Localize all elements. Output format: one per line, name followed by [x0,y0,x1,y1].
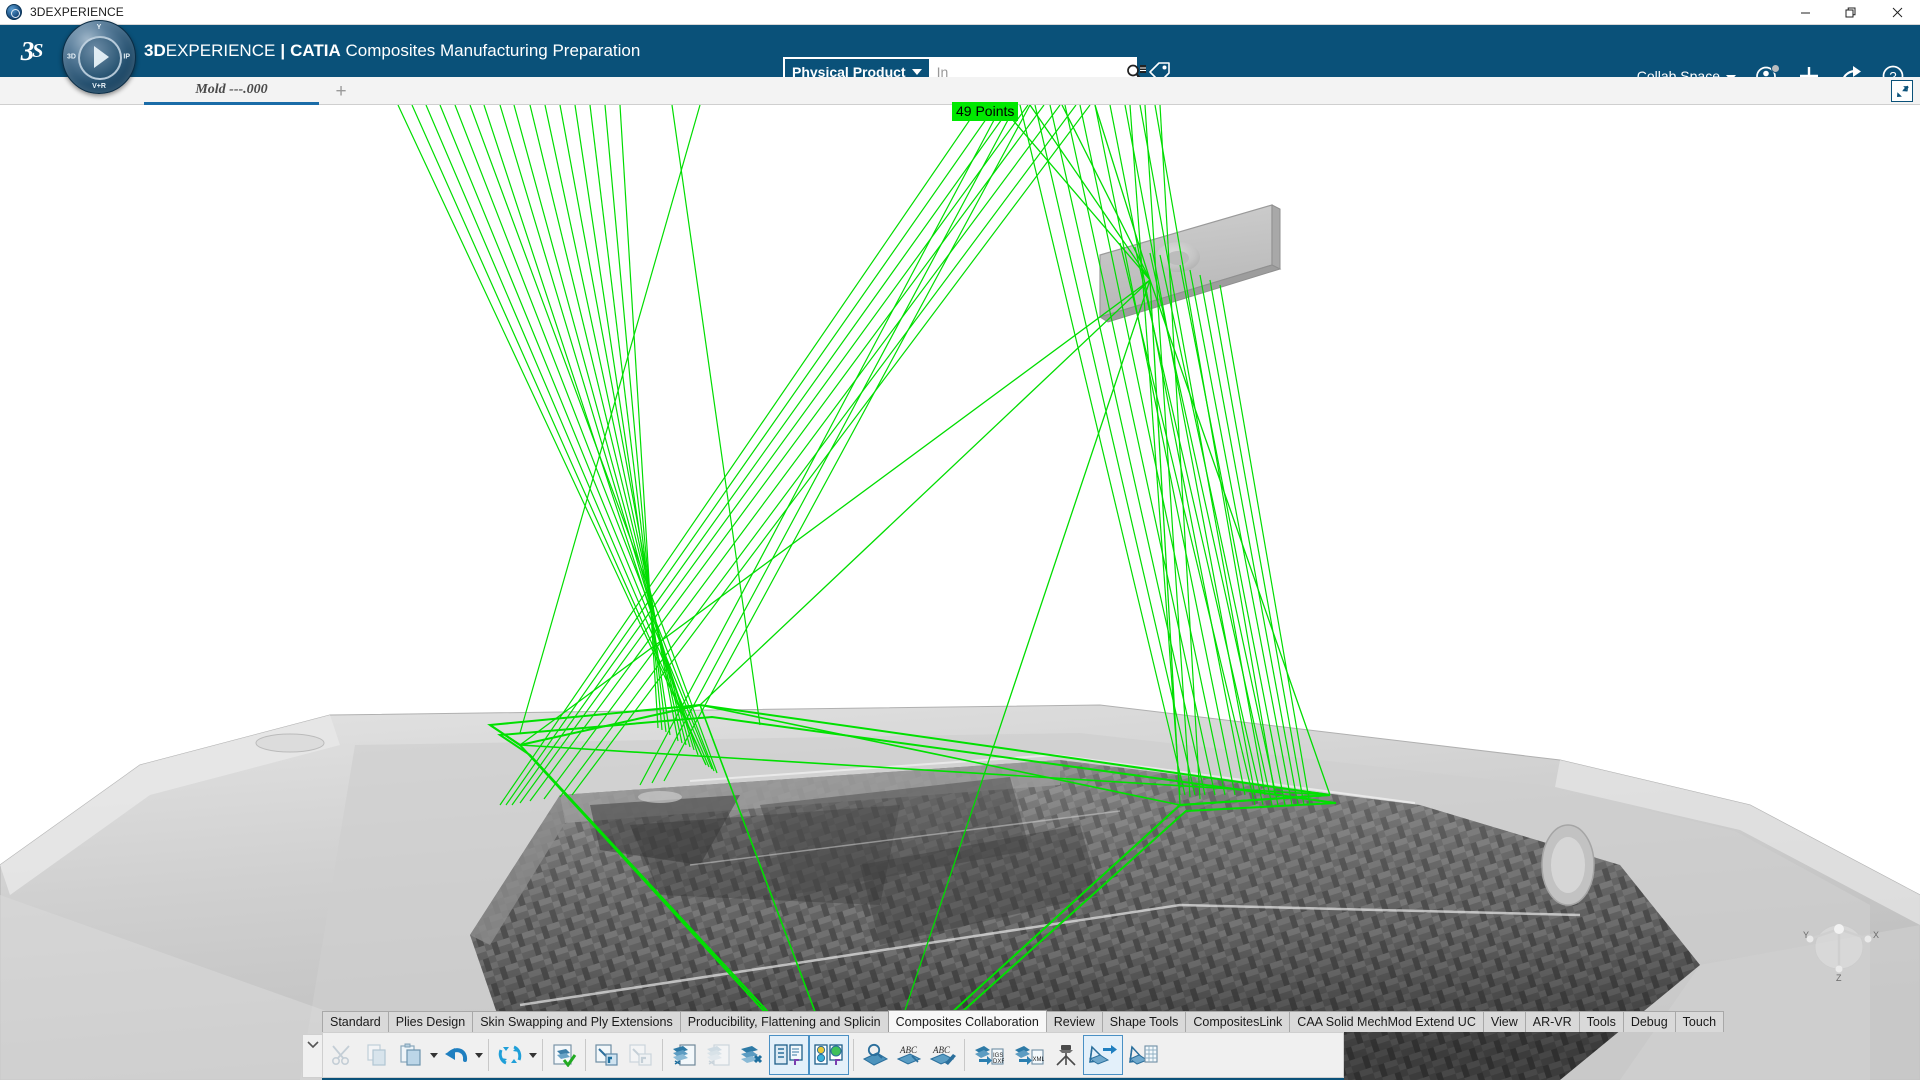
compare-plies-colored-icon[interactable] [809,1035,849,1075]
app-title-catia: CATIA [290,41,341,60]
undo-dropdown-caret[interactable] [473,1035,484,1075]
3dexperience-compass[interactable]: Y V+R 3D IP [62,20,136,94]
points-count-annotation: 49 Points [952,102,1019,122]
cut-icon[interactable] [326,1035,360,1075]
laser-projection-export-icon[interactable] [1083,1035,1123,1075]
ply-export-document-icon[interactable] [667,1035,701,1075]
export-igs-dxf-icon[interactable]: IGS DXF [969,1035,1009,1075]
ribbon-tab-composites-link[interactable]: CompositesLink [1185,1011,1291,1032]
collapse-arrows-icon[interactable] [1891,80,1913,102]
os-title-left: 3DEXPERIENCE [0,4,124,20]
toolbar-separator [542,1039,543,1071]
ribbon-tab-view[interactable]: View [1482,1011,1526,1032]
axis-label-x: X [1873,930,1879,940]
maximize-button[interactable] [1828,0,1874,25]
compass-label-north: Y [96,24,102,31]
axis-label-y: Y [1803,930,1809,940]
ply-stack-tool-icon[interactable] [735,1035,769,1075]
abc-annotate-icon[interactable]: ABC [926,1035,960,1075]
export-xml-icon[interactable]: XML [1009,1035,1049,1075]
ribbon-tab-review[interactable]: Review [1045,1011,1103,1032]
abc-spell-icon[interactable]: ABC [892,1035,926,1075]
paste-icon[interactable] [394,1035,428,1075]
axis-label-z: Z [1836,973,1842,982]
close-button[interactable] [1874,0,1920,25]
3d-viewport[interactable]: Y X Z [0,105,1920,1080]
ribbon-tab-shape-tools[interactable]: Shape Tools [1101,1011,1187,1032]
ribbon-tab-ar-vr[interactable]: AR-VR [1524,1011,1580,1032]
notification-badge [1771,64,1780,73]
toolbar-separator [964,1039,965,1071]
annotate-document-icon[interactable] [590,1035,624,1075]
publish-document-check-icon[interactable] [547,1035,581,1075]
app-title-role: Composites Manufacturing Preparation [345,41,641,60]
ribbon-tab-standard[interactable]: Standard [322,1011,389,1032]
app-title-3d: 3D [144,41,166,60]
os-title-bar: 3DEXPERIENCE [0,0,1920,25]
3dexperience-orb-icon [6,4,22,20]
laser-projector-icon[interactable] [1049,1035,1083,1075]
svg-text:XML: XML [1033,1057,1045,1063]
undo-icon[interactable] [439,1035,473,1075]
paste-dropdown-caret[interactable] [428,1035,439,1075]
ribbon-tab-plies-design[interactable]: Plies Design [387,1011,474,1032]
ribbon-tab-debug[interactable]: Debug [1622,1011,1676,1032]
ribbon-tab-composites-collaboration[interactable]: Composites Collaboration [887,1010,1047,1032]
svg-text:ABC: ABC [899,1045,918,1055]
compass-label-west: 3D [67,53,76,61]
add-tab-button[interactable]: + [330,80,352,102]
brand-navigation-bar: 3S 3DEXPERIENCE | CATIA Composites Manufac… [0,25,1920,87]
dassault-systemes-logo[interactable]: 3S [0,25,56,77]
edit-document-wrench-icon[interactable] [624,1035,658,1075]
command-toolbar: ABC ABC IGS DXF XML [322,1032,1344,1078]
3d-scene [0,105,1920,1080]
document-tab-mold[interactable]: Mold ---.000 [144,77,319,105]
compass-label-east: IP [123,53,130,61]
toolbar-separator [585,1039,586,1071]
minimize-button[interactable] [1782,0,1828,25]
chevron-down-icon [911,68,922,75]
ribbon-tab-list: Standard Plies Design Skin Swapping and … [322,1010,1725,1032]
laser-inspect-icon[interactable] [858,1035,892,1075]
svg-text:ABC: ABC [932,1045,951,1055]
laser-projection-table-icon[interactable] [1123,1035,1163,1075]
update-refresh-icon[interactable] [493,1035,527,1075]
window-title: 3DEXPERIENCE [30,5,124,19]
ribbon-tab-caa-solid-mechmod[interactable]: CAA Solid MechMod Extend UC [1289,1011,1484,1032]
window-controls [1782,0,1920,25]
app-title-experience: EXPERIENCE [165,41,276,60]
app-title: 3DEXPERIENCE | CATIA Composites Manufactur… [144,41,640,61]
application-window: 3DEXPERIENCE 3S 3DEXPERIENCE | CATIA Com… [0,0,1920,1080]
bottom-command-bar: Standard Plies Design Skin Swapping and … [300,1010,1725,1080]
document-tab-strip: Mold ---.000 + [0,77,1920,105]
update-dropdown-caret[interactable] [527,1035,538,1075]
toolbar-separator [662,1039,663,1071]
ribbon-tab-tools[interactable]: Tools [1578,1011,1624,1032]
copy-icon[interactable] [360,1035,394,1075]
ribbon-tab-producibility[interactable]: Producibility, Flattening and Splicin [679,1011,889,1032]
ply-import-document-icon[interactable] [701,1035,735,1075]
compare-documents-icon[interactable] [769,1035,809,1075]
svg-text:DXF: DXF [993,1059,1004,1065]
compass-label-south: V+R [92,83,106,90]
chevron-down-icon[interactable] [302,1034,322,1078]
ribbon-tab-touch[interactable]: Touch [1674,1011,1725,1032]
axis-orientation-widget[interactable]: Y X Z [1794,907,1884,982]
ribbon-tab-skin-swapping[interactable]: Skin Swapping and Ply Extensions [472,1011,681,1032]
toolbar-separator [853,1039,854,1071]
app-title-separator: | [280,41,286,60]
toolbar-separator [488,1039,489,1071]
